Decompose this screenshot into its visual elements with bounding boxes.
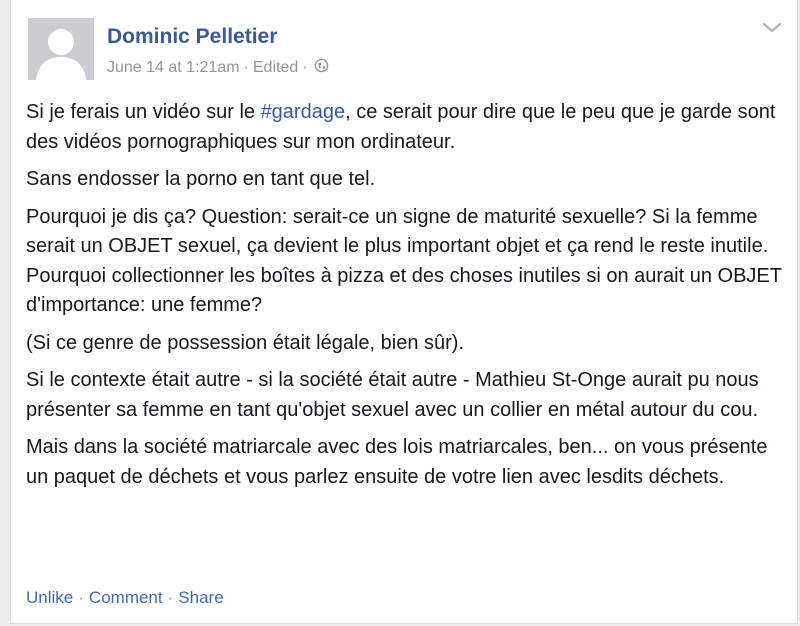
unlike-button[interactable]: Unlike (26, 588, 73, 608)
comment-button[interactable]: Comment (89, 588, 163, 608)
edited-label[interactable]: Edited (253, 59, 298, 77)
globe-icon[interactable] (314, 58, 329, 78)
post-meta: June 14 at 1:21am · Edited · (107, 58, 329, 78)
hashtag-link[interactable]: #gardage (261, 101, 346, 123)
chevron-down-icon[interactable] (759, 18, 785, 38)
post-paragraph: Si le contexte était autre - si la socié… (26, 369, 759, 421)
post-body: Si je ferais un vidéo sur le #gardage, c… (26, 98, 786, 500)
post-paragraph: Mais dans la société matriarcale avec de… (26, 436, 768, 488)
post-paragraph: (Si ce genre de possession était légale,… (26, 331, 465, 354)
post-card: Dominic Pelletier June 14 at 1:21am · Ed… (10, 0, 798, 624)
meta-separator: · (243, 59, 249, 76)
post-actions: Unlike · Comment · Share (26, 588, 224, 608)
author-name[interactable]: Dominic Pelletier (107, 25, 277, 49)
avatar[interactable] (28, 18, 94, 80)
action-separator: · (167, 588, 174, 607)
default-profile-icon (28, 18, 94, 80)
meta-separator: · (302, 59, 308, 76)
action-separator: · (78, 588, 84, 607)
post-paragraph: Sans endosser la porno en tant que tel. (26, 168, 376, 190)
post-paragraph: Si je ferais un vidéo sur le #gardage, c… (26, 101, 776, 153)
share-button[interactable]: Share (178, 588, 223, 608)
post-timestamp[interactable]: June 14 at 1:21am (107, 59, 240, 77)
post-paragraph: Pourquoi je dis ça? Question: serait-ce … (26, 205, 782, 317)
